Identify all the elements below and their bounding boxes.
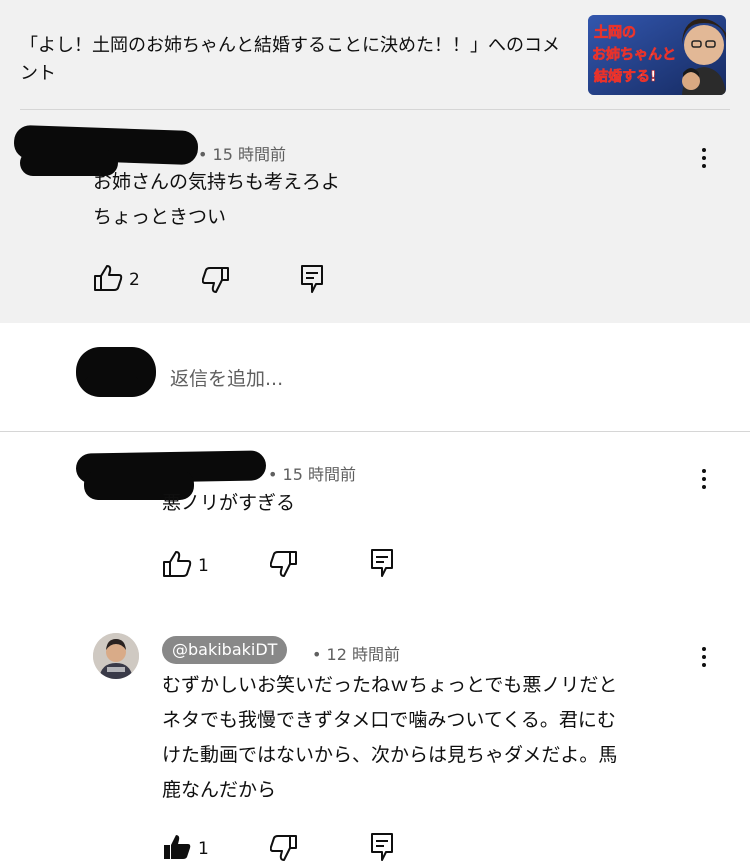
reply-dislike-button[interactable] (269, 550, 298, 582)
highlighted-comment: • 15 時間前 お姉さんの気持ちも考えろよ ちょっときつい 2 (0, 110, 750, 323)
comment-menu-button[interactable] (692, 143, 716, 173)
reply-icon (370, 832, 394, 866)
reply-timestamp: • 15 時間前 (268, 465, 356, 484)
reply-reply-button[interactable] (370, 548, 394, 582)
reply-dislike-button[interactable] (269, 834, 298, 866)
thumbs-down-icon (269, 550, 298, 582)
thumbs-down-icon (201, 266, 230, 298)
reply-menu-button[interactable] (692, 464, 716, 494)
reply-like-button[interactable]: 1 (162, 550, 209, 582)
like-button[interactable]: 2 (93, 264, 140, 296)
reply-icon (370, 548, 394, 582)
reply-timestamp: • 12 時間前 (312, 645, 400, 664)
thumbs-up-filled-icon (162, 833, 192, 865)
video-title: 「よし！土岡のお姉ちゃんと結婚することに決めた！！」へのコメント (20, 35, 560, 84)
reply-text-line-3: けた動画ではないから、次からは見ちゃダメだよ。馬 (162, 744, 618, 766)
comments-header: 「よし！土岡のお姉ちゃんと結婚することに決めた！！」へのコメント 土岡の お姉ち… (0, 0, 750, 110)
reply-menu-button[interactable] (692, 642, 716, 672)
reply-like-button-active[interactable]: 1 (162, 833, 209, 865)
comment-text-line-1: お姉さんの気持ちも考えろよ (93, 171, 341, 193)
avatar[interactable] (93, 633, 139, 679)
reply-text-line-1: むずかしいお笑いだったねｗちょっとでも悪ノリだと (162, 674, 618, 696)
comment-text-line-2: ちょっときつい (93, 206, 227, 228)
add-reply-input[interactable]: 返信を追加... (170, 364, 283, 391)
reply-button[interactable] (300, 264, 324, 298)
reply-like-count: 1 (198, 839, 209, 859)
thumbnail-text-line-2: お姉ちゃんと (592, 46, 676, 63)
reply-icon (300, 264, 324, 298)
thumbnail-text-line-1: 土岡の (594, 24, 636, 41)
thumbnail-text-line-3: 結婚する! (594, 68, 656, 85)
thumbs-up-icon (162, 550, 192, 582)
reply-text-line-1: 悪ノリがすぎる (162, 492, 296, 514)
reply-text-line-2: ネタでも我慢できずタメ口で噛みついてくる。君にむ (162, 709, 616, 731)
redacted-avatar-extra (84, 375, 140, 395)
like-count: 2 (129, 270, 140, 290)
video-thumbnail[interactable]: 土岡の お姉ちゃんと 結婚する! (588, 15, 726, 95)
thumbs-up-icon (93, 264, 123, 296)
dislike-button[interactable] (201, 266, 230, 298)
thumbs-down-icon (269, 834, 298, 866)
reply-reply-button[interactable] (370, 832, 394, 866)
comment-timestamp: • 15 時間前 (198, 145, 286, 164)
add-reply-row: 返信を追加... (0, 323, 750, 431)
row-divider (0, 431, 750, 432)
author-handle-chip[interactable]: @bakibakiDT (162, 636, 288, 664)
reply-text-line-4: 鹿なんだから (162, 779, 277, 801)
reply-like-count: 1 (198, 556, 209, 576)
